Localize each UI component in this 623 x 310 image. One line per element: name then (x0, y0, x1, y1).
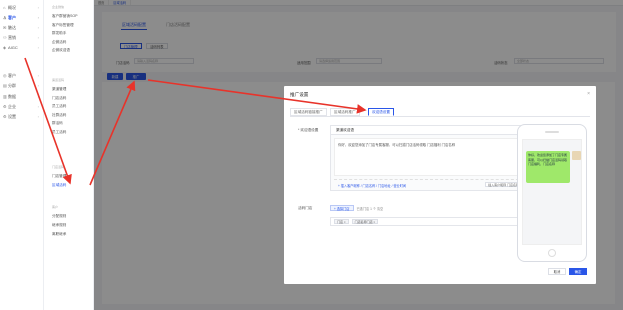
cancel-button[interactable]: 取消 (548, 268, 566, 275)
select-store-button[interactable]: + 选择门店 (330, 205, 354, 211)
close-icon[interactable]: × (587, 91, 590, 97)
sidebar-item-label: 设置 (8, 113, 16, 119)
avatar (572, 151, 581, 160)
sidebar-item-label: 客户 (8, 72, 16, 78)
submenu-item[interactable]: 员工活码 (52, 104, 97, 109)
submenu-item[interactable]: 企微活码 (52, 40, 97, 45)
sidebar-item-5[interactable]: ◎ 客户 › (3, 72, 43, 79)
sidebar-item-9[interactable]: ⚙ 设置 › (3, 113, 43, 120)
promote-modal: 推广设置 × 区域活码链接推广 区域活码推广 欢迎语设置 * 欢迎语设置 渠道欢… (284, 86, 596, 284)
sidebar-item-0[interactable]: ⌂ 概况 › (3, 4, 43, 11)
submenu: 企业微信客户群营销SOP 客户标签管理 群发助手企微活码企微欢迎语渠道活码渠道管理门… (44, 0, 94, 310)
selected-store-list: 门店 × 门店名称门店 × (330, 217, 530, 226)
chevron-right-icon: › (37, 114, 39, 119)
submenu-item[interactable]: 客户标签管理 (52, 23, 97, 28)
insert-variables-link[interactable]: + 插入客户昵称 / 门店名称 / 门店地址 / 营业时间 (338, 183, 406, 188)
submenu-group-title: 企业微信 (52, 5, 65, 9)
sidebar-item-label: 营销 (8, 34, 16, 40)
chevron-right-icon: › (37, 94, 39, 99)
modal-tab-welcome[interactable]: 欢迎语设置 (368, 108, 394, 116)
sidebar-item-label: 数据 (8, 93, 16, 99)
qr-store-label: 活码门店 (298, 206, 313, 210)
sidebar-item-4[interactable]: ◈ AIGC › (3, 44, 43, 51)
welcome-text: 你好，欢迎您添加了门店专属客服，可以扫描门店活码领取 门店福利 门店名称 (338, 143, 456, 147)
phone-screen: 你好，欢迎您添加了门店专属客服，可以扫描门店活码领取门店福利，门店名称 (522, 139, 582, 245)
modal-tab-divider (290, 116, 590, 117)
submenu-item[interactable]: 门店活码 (52, 96, 97, 101)
submenu-group-title: 门店活码 (52, 165, 65, 169)
submenu-item[interactable]: 离职继承 (52, 232, 97, 237)
phone-preview: 你好，欢迎您添加了门店专属客服，可以扫描门店活码领取门店福利，门店名称 (517, 124, 587, 262)
submenu-item[interactable]: 门店管理 (52, 174, 97, 179)
submenu-item[interactable]: 群活码 (52, 121, 97, 126)
submenu-group-title: 客户 (52, 205, 59, 209)
chevron-right-icon: › (37, 15, 39, 20)
chevron-right-icon: › (37, 104, 39, 109)
chevron-right-icon: › (37, 73, 39, 78)
welcome-textarea[interactable]: 你好，欢迎您添加了门店专属客服，可以扫描门店活码领取 门店福利 门店名称 (334, 138, 524, 176)
sidebar-item-6[interactable]: ▤ 分群 › (3, 82, 43, 89)
chevron-right-icon: › (37, 83, 39, 88)
sidebar-item-label: 触达 (8, 24, 16, 30)
sidebar-item-8[interactable]: ⚙ 企业 › (3, 103, 43, 110)
submenu-item[interactable]: 企微欢迎语 (52, 48, 97, 53)
editor-tab-channel-welcome[interactable]: 渠道欢迎语 (336, 128, 354, 133)
chevron-right-icon: › (37, 45, 39, 50)
submenu-item[interactable]: 社群活码 (52, 113, 97, 118)
sidebar: ⌂ 概况 › ♙ 客户 › ✉ 触达 › ⚇ 营销 › ◈ AIGC › ◎ 客户 › ▤ 分群 › ▥ 数据 › ⚙ 企业 › ⚙ 设… (0, 0, 44, 310)
store-tag[interactable]: 门店 × (334, 219, 349, 224)
confirm-button[interactable]: 确定 (569, 268, 587, 275)
preview-message-bubble: 你好，欢迎您添加了门店专属客服，可以扫描门店活码领取门店福利，门店名称 (526, 151, 570, 183)
phone-home-button (548, 249, 556, 257)
submenu-item[interactable]: 继承规则 (52, 223, 97, 228)
submenu-item[interactable]: 分配规则 (52, 214, 97, 219)
sidebar-item-3[interactable]: ⚇ 营销 › (3, 34, 43, 41)
store-tag[interactable]: 门店名称门店 × (351, 219, 379, 224)
chevron-right-icon: › (37, 5, 39, 10)
editor-tab-header: 渠道欢迎语 (331, 126, 527, 135)
submenu-item[interactable]: 员工活码 (52, 130, 97, 135)
submenu-group-title: 渠道活码 (52, 78, 65, 82)
chevron-right-icon: › (37, 25, 39, 30)
selected-store-hint: 已选门店 1 个 清空 (356, 206, 384, 211)
modal-tab-code-promote[interactable]: 区域活码推广 (330, 108, 360, 116)
sidebar-item-label: AIGC (8, 45, 18, 50)
sidebar-item-1[interactable]: ♙ 客户 › (3, 14, 43, 21)
app-root: ⌂ 概况 › ♙ 客户 › ✉ 触达 › ⚇ 营销 › ◈ AIGC › ◎ 客户 › ▤ 分群 › ▥ 数据 › ⚙ 企业 › ⚙ 设… (0, 0, 623, 310)
modal-tab-link-promote[interactable]: 区域活码链接推广 (290, 108, 327, 116)
editor-footer: + 插入客户昵称 / 门店名称 / 门店地址 / 营业时间 插入客户昵称 门店名… (334, 179, 524, 189)
submenu-item[interactable]: 客户群营销SOP (52, 14, 97, 19)
welcome-label: * 欢迎语设置 (298, 128, 319, 132)
sidebar-item-2[interactable]: ✉ 触达 › (3, 24, 43, 31)
sidebar-item-7[interactable]: ▥ 数据 › (3, 93, 43, 100)
sidebar-item-label: 分群 (8, 82, 16, 88)
modal-title: 推广设置 (290, 92, 309, 97)
welcome-editor: 渠道欢迎语 你好，欢迎您添加了门店专属客服，可以扫描门店活码领取 门店福利 门店… (330, 125, 528, 191)
submenu-item[interactable]: 渠道管理 (52, 87, 97, 92)
submenu-item[interactable]: 群发助手 (52, 31, 97, 36)
sidebar-item-label: 企业 (8, 103, 16, 109)
sidebar-item-label: 客户 (8, 14, 16, 20)
sidebar-item-label: 概况 (8, 4, 16, 10)
submenu-item-region-code[interactable]: 区域活码 (52, 183, 97, 188)
qr-store-row: + 选择门店 已选门店 1 个 清空 (330, 204, 383, 212)
phone-speaker (545, 131, 559, 133)
chevron-right-icon: › (37, 35, 39, 40)
